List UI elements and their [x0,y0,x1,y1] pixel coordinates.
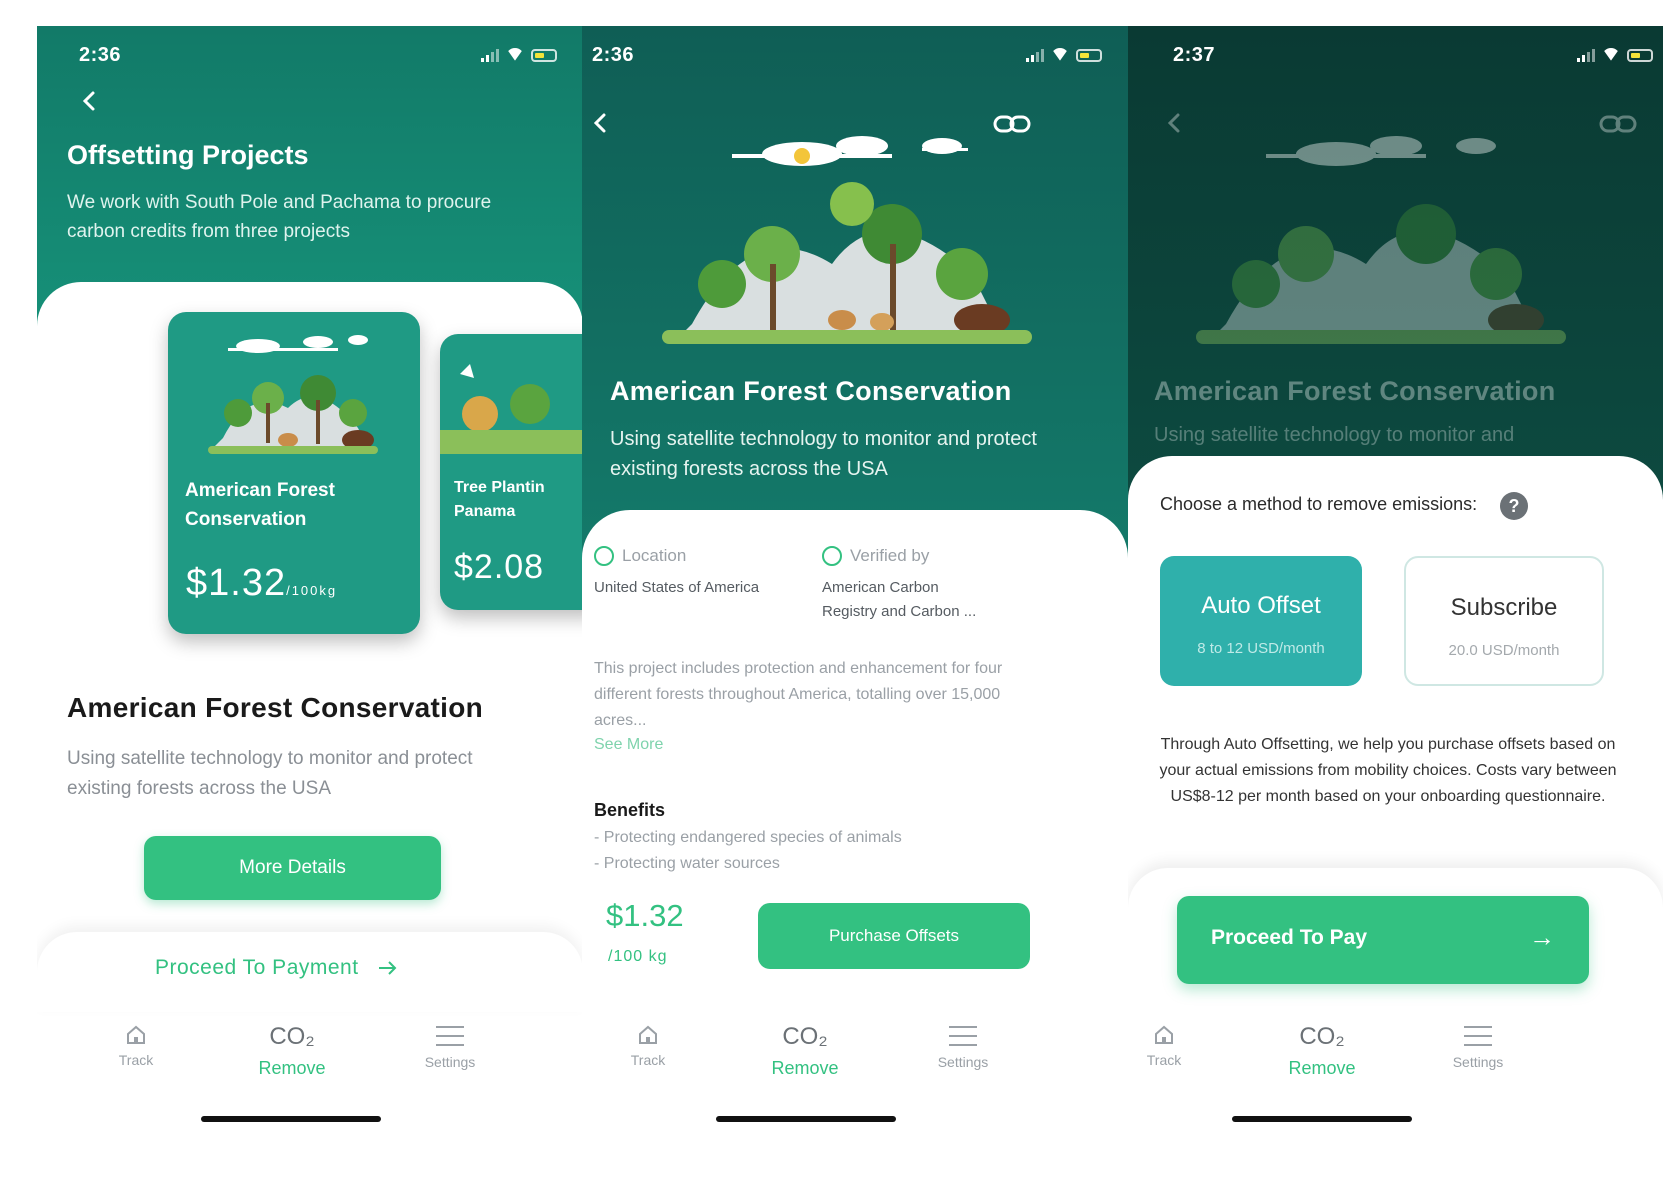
wifi-icon [1051,48,1069,62]
signal-icon [481,48,499,62]
settings-icon [1464,1026,1492,1046]
co2-icon: CO₂ [782,1023,828,1050]
screen-choose-method: 2:37 American Forest Conservation Using … [1128,26,1663,1189]
card-title: American Forest Conservation [185,480,335,530]
link-icon [1599,115,1637,133]
arrow-right-icon [378,961,397,976]
signal-icon [1577,48,1595,62]
project-title: American Forest Conservation [67,692,484,723]
status-time: 2:36 [79,44,122,66]
settings-icon [436,1026,464,1046]
chevron-left-icon [82,91,95,111]
page-title: American Forest Conservation [610,376,1012,406]
location-icon [594,546,614,566]
bottom-nav: Track CO₂ Remove Settings [37,1016,583,1126]
home-icon [1155,1025,1173,1044]
page-subtitle: Using satellite technology to monitor an… [610,428,1037,480]
screen-project-details: 2:36 American Forest Conservation Using … [582,26,1128,1189]
benefit-item: - Protecting endangered species of anima… [594,829,902,846]
page-subtitle-dimmed: Using satellite technology to monitor an… [1154,424,1515,446]
nav-settings[interactable]: Settings [1418,1016,1538,1070]
proceed-to-pay-button[interactable]: Proceed To Pay → [1177,896,1589,984]
project-card-american-forest[interactable]: American Forest Conservation $1.32/100kg [168,312,420,634]
forest-hero-illustration [662,136,1032,344]
signal-icon [1026,48,1044,62]
battery-icon [531,48,557,62]
auto-offset-explanation: Through Auto Offsetting, we help you pur… [1159,736,1617,805]
card-price: $2.08 [454,548,545,586]
tree-planting-illustration [440,364,583,454]
help-icon[interactable]: ? [1500,492,1528,520]
price-unit: /100 kg [608,948,668,965]
battery-icon [1627,48,1653,62]
screen-offsetting-projects: 2:36 Offsetting Projects We work with So… [37,26,583,1189]
option-name: Subscribe [1450,594,1558,621]
verified-icon [822,546,842,566]
bottom-nav: Track CO₂ Remove Settings [1128,1016,1663,1126]
nav-remove[interactable]: CO₂ Remove [745,1016,865,1079]
battery-icon [1076,48,1102,62]
nav-remove[interactable]: CO₂ Remove [1262,1016,1382,1079]
status-time: 2:37 [1173,44,1216,66]
option-price: 8 to 12 USD/month [1197,640,1325,657]
settings-icon [949,1026,977,1046]
co2-icon: CO₂ [269,1023,315,1050]
see-more-link[interactable]: See More [594,736,663,754]
location-label: Location [622,546,687,565]
chevron-left-icon [593,113,606,133]
card-title: Tree Plantin Panama [454,479,545,520]
nav-track[interactable]: Track [588,1016,708,1068]
verified-value: American Carbon [822,579,939,596]
status-bar: 2:36 [37,26,583,86]
choose-method-label: Choose a method to remove emissions: [1160,494,1478,514]
proceed-to-payment-link[interactable]: Proceed To Payment [155,956,399,980]
option-name: Auto Offset [1201,592,1321,619]
back-button[interactable] [75,86,105,116]
app-showcase: 2:36 Offsetting Projects We work with So… [0,0,1663,1189]
auto-offset-option[interactable]: Auto Offset 8 to 12 USD/month [1160,556,1362,686]
nav-track[interactable]: Track [1128,1016,1224,1068]
project-card-tree-planting[interactable]: Tree Plantin Panama $2.08 [440,334,583,610]
back-button[interactable] [586,108,616,138]
forest-hero-illustration [1196,136,1566,344]
subscribe-option[interactable]: Subscribe 20.0 USD/month [1404,556,1604,686]
project-description: This project includes protection and enh… [594,660,1003,729]
status-bar: 2:37 [1128,26,1663,86]
home-icon [127,1025,145,1044]
page-title: Offsetting Projects [67,140,309,170]
nav-settings[interactable]: Settings [390,1016,510,1070]
wifi-icon [1602,48,1620,62]
benefits-title: Benefits [594,800,666,820]
nav-remove[interactable]: CO₂ Remove [232,1016,352,1079]
card-price: $1.32/100kg [186,562,338,604]
co2-icon: CO₂ [1299,1023,1345,1050]
verified-label: Verified by [850,546,930,565]
page-title-dimmed: American Forest Conservation [1154,376,1556,406]
verified-value-cont: Registry and Carbon ... [822,603,977,620]
forest-illustration [208,335,378,454]
wifi-icon [506,48,524,62]
status-bar: 2:36 [582,26,1128,86]
more-details-button[interactable]: More Details [144,836,441,900]
card-price-unit: /100kg [286,583,338,598]
bottom-nav: Track CO₂ Remove Settings [582,1016,1128,1126]
nav-settings[interactable]: Settings [903,1016,1023,1070]
option-price: 20.0 USD/month [1448,642,1560,659]
home-icon [639,1025,657,1044]
home-indicator [201,1116,381,1122]
location-value: United States of America [594,579,760,596]
benefit-item: - Protecting water sources [594,855,780,872]
price-value: $1.32 [606,898,684,933]
arrow-right-icon: → [1529,922,1555,952]
home-indicator [716,1116,896,1122]
purchase-offsets-button[interactable]: Purchase Offsets [758,903,1030,969]
nav-track[interactable]: Track [76,1016,196,1068]
project-description: Using satellite technology to monitor an… [67,748,473,799]
page-subtitle: We work with South Pole and Pachama to p… [67,192,492,242]
home-indicator [1232,1116,1412,1122]
status-time: 2:36 [592,44,635,66]
